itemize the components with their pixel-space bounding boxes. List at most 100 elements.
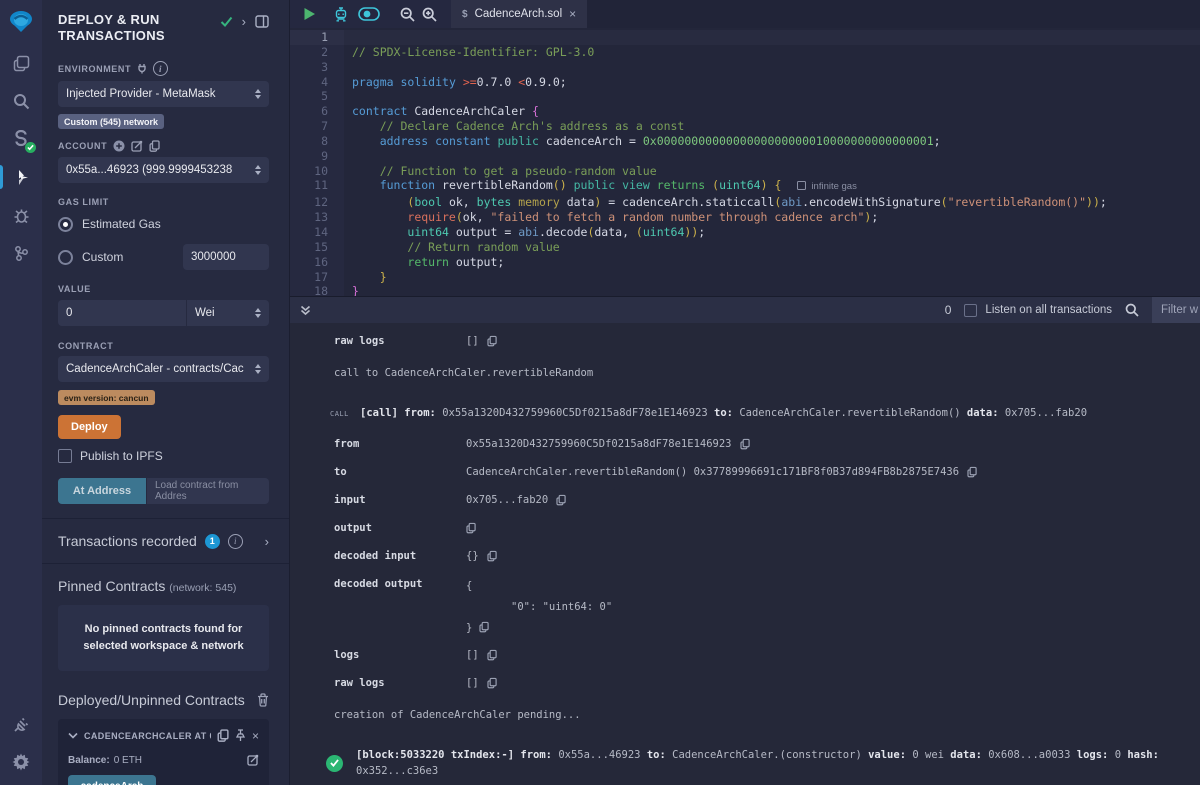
terminal-row: [block:5033220 txIndex:-] from: 0x55a...… (290, 747, 1200, 779)
terminal-row: raw logs[] (290, 675, 1200, 691)
terminal-filter-input[interactable] (1152, 297, 1200, 324)
listen-all-checkbox[interactable] (964, 304, 977, 317)
line-number: 11 (290, 178, 344, 195)
debugger-icon[interactable] (0, 196, 42, 234)
custom-gas-input[interactable]: 3000000 (183, 244, 269, 270)
zoom-out-icon[interactable] (400, 7, 415, 22)
solidity-compiler-icon[interactable] (0, 120, 42, 158)
copy-icon[interactable] (487, 335, 497, 347)
zoom-in-icon[interactable] (422, 7, 437, 22)
add-account-icon[interactable] (113, 140, 125, 152)
deployed-contracts-title: Deployed/Unpinned Contracts (58, 692, 245, 708)
line-number: 7 (290, 119, 344, 134)
tab-close-icon[interactable]: × (569, 7, 576, 21)
code-line: 11 function revertibleRandom() public vi… (290, 178, 1200, 195)
settings-gear-icon[interactable] (0, 743, 42, 781)
terminal-search-icon[interactable] (1125, 303, 1139, 317)
account-select[interactable]: 0x55a...46923 (999.9999453238 (58, 157, 269, 183)
sign-message-icon[interactable] (131, 140, 143, 152)
deployed-contract-card: CADENCEARCHCALER AT 0) × Balance: 0 ETH … (58, 719, 269, 785)
plug-icon[interactable] (137, 63, 147, 74)
deploy-button[interactable]: Deploy (58, 415, 121, 439)
call-badge: call (330, 406, 360, 422)
chevron-updown-icon (255, 364, 261, 374)
pinned-empty-state: No pinned contracts found for selected w… (58, 605, 269, 671)
ai-assistant-icon[interactable] (333, 7, 349, 22)
custom-gas-radio[interactable] (58, 250, 73, 265)
plugin-manager-icon[interactable] (0, 705, 42, 743)
editor-toolbar: $ CadenceArch.sol × (290, 0, 1200, 28)
search-icon[interactable] (0, 82, 42, 120)
contract-select[interactable]: CadenceArchCaler - contracts/Cac (58, 356, 269, 382)
line-number: 10 (290, 164, 344, 179)
estimated-gas-radio[interactable] (58, 217, 73, 232)
balance-label: Balance: (68, 755, 110, 766)
evm-version-badge: evm version: cancun (58, 390, 155, 405)
terminal-row: raw logs[] (290, 333, 1200, 349)
line-number: 16 (290, 255, 344, 270)
terminal: 0 Listen on all transactions raw logs[] c… (290, 296, 1200, 785)
code-line: 5 (290, 89, 1200, 104)
terminal-header: 0 Listen on all transactions (290, 296, 1200, 323)
pin-icon[interactable] (235, 729, 246, 742)
close-icon[interactable]: × (252, 731, 259, 741)
copy-icon[interactable] (466, 522, 476, 534)
tab-cadencearch-sol[interactable]: $ CadenceArch.sol × (451, 0, 587, 28)
line-number: 9 (290, 149, 344, 164)
terminal-row: creation of CadenceArchCaler pending... (290, 707, 1200, 723)
panel-forward-icon[interactable]: › (242, 14, 246, 29)
code-line: 13 require(ok, "failed to fetch a random… (290, 210, 1200, 225)
copy-icon[interactable] (479, 621, 489, 633)
line-number: 18 (290, 284, 344, 296)
at-address-button[interactable]: At Address (58, 478, 146, 504)
publish-ipfs-checkbox[interactable] (58, 449, 72, 463)
edit-balance-icon[interactable] (247, 754, 259, 766)
collapse-terminal-icon[interactable] (290, 305, 311, 316)
gas-icon (797, 181, 806, 190)
chevron-updown-icon (255, 165, 261, 175)
transactions-info-icon[interactable]: i (228, 534, 243, 549)
success-check-icon[interactable] (326, 755, 343, 772)
code-editor[interactable]: 1 2// SPDX-License-Identifier: GPL-3.03 … (290, 28, 1200, 296)
file-explorer-icon[interactable] (0, 44, 42, 82)
contract-function-button[interactable]: cadenceArch (68, 775, 156, 785)
copy-icon[interactable] (487, 677, 497, 689)
account-label: ACCOUNT (58, 140, 269, 152)
copy-icon[interactable] (556, 494, 566, 506)
at-address-input[interactable]: Load contract from Addres (147, 478, 269, 504)
transactions-expand-icon[interactable]: › (265, 534, 269, 549)
environment-label: ENVIRONMENT i (58, 61, 269, 76)
line-number: 17 (290, 270, 344, 285)
code-line: 18} (290, 284, 1200, 296)
pending-tx-count: 0 (945, 303, 952, 317)
copy-account-icon[interactable] (149, 140, 160, 152)
environment-info-icon[interactable]: i (153, 61, 168, 76)
trash-icon[interactable] (257, 693, 269, 707)
copy-icon[interactable] (967, 466, 977, 478)
terminal-row-label: raw logs (290, 333, 466, 349)
chevron-down-icon[interactable] (68, 732, 78, 739)
deploy-run-icon[interactable] (0, 158, 42, 196)
terminal-row-label: from (290, 436, 466, 452)
run-script-icon[interactable] (303, 7, 316, 21)
environment-select[interactable]: Injected Provider - MetaMask (58, 81, 269, 107)
panel-layout-icon[interactable] (255, 15, 269, 28)
code-line: 1 (290, 30, 1200, 45)
value-unit-select[interactable]: Wei (187, 300, 269, 326)
value-input[interactable]: 0 (58, 300, 186, 326)
code-line: 7 // Declare Cadence Arch's address as a… (290, 119, 1200, 134)
copy-icon[interactable] (217, 729, 229, 742)
ai-toggle-icon[interactable] (358, 7, 380, 21)
terminal-row: output (290, 520, 1200, 536)
terminal-row: decoded input{} (290, 548, 1200, 564)
balance-value: 0 ETH (114, 755, 142, 766)
copy-icon[interactable] (487, 649, 497, 661)
line-number: 6 (290, 104, 344, 119)
copy-icon[interactable] (487, 550, 497, 562)
page-title: DEPLOY & RUN TRANSACTIONS (58, 12, 208, 44)
copy-icon[interactable] (740, 438, 750, 450)
remix-logo[interactable] (0, 0, 42, 44)
git-icon[interactable] (0, 234, 42, 272)
terminal-row-label: decoded input (290, 548, 466, 564)
line-number: 2 (290, 45, 344, 60)
